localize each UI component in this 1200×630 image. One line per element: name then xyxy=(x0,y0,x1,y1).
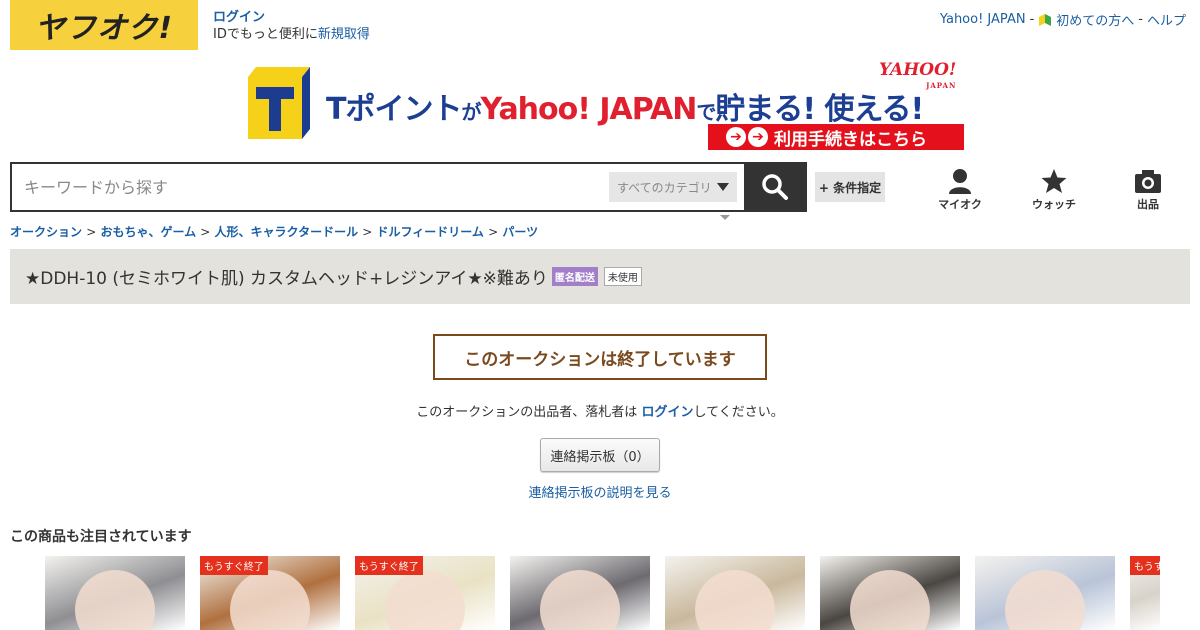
login-box: ログイン IDでもっと便利に新規取得 xyxy=(213,9,370,43)
star-icon xyxy=(1041,169,1067,193)
category-select-label: すべてのカテゴリ xyxy=(617,180,712,195)
register-link[interactable]: 新規取得 xyxy=(318,27,370,42)
sell-nav[interactable]: 出品 xyxy=(1118,168,1178,212)
item-title: ★DDH-10 (セミホワイト肌) カスタムヘッド+レジンアイ★※難あり xyxy=(25,269,548,289)
ending-soon-badge: もうすぐ終了 xyxy=(200,556,268,575)
doll-image xyxy=(230,570,310,630)
ending-soon-badge: もうすぐ終了 xyxy=(355,556,423,575)
watch-nav[interactable]: ウォッチ xyxy=(1024,168,1084,212)
auction-ended-notice: このオークションは終了しています xyxy=(433,334,767,380)
ending-soon-badge: もうすぐ終了 xyxy=(1130,556,1160,575)
search-button[interactable] xyxy=(744,164,805,210)
separator: - xyxy=(1029,12,1035,27)
recommend-item-thumbnail[interactable] xyxy=(45,556,185,630)
board-help-link[interactable]: 連絡掲示板の説明を見る xyxy=(528,486,671,501)
beginners-link[interactable]: 初めての方へ xyxy=(1056,10,1134,29)
banner-headline: TポイントがYahoo! JAPANで貯まる! 使える! xyxy=(326,92,924,127)
search-icon xyxy=(761,174,788,200)
login-prompt-link[interactable]: ログイン xyxy=(641,405,693,420)
breadcrumb-separator: > xyxy=(86,225,97,239)
procedure-button[interactable]: ➔ ➔ 利用手続きはこちら xyxy=(708,124,964,150)
procedure-label: 利用手続きはこちら xyxy=(774,129,927,150)
unused-condition-badge: 未使用 xyxy=(603,267,642,286)
login-link[interactable]: ログイン xyxy=(213,9,370,26)
separator: - xyxy=(1138,12,1143,27)
camera-icon xyxy=(1135,170,1161,193)
yahoo-japan-link[interactable]: Yahoo! JAPAN xyxy=(940,12,1026,27)
arrow-right-icon: ➔ xyxy=(726,127,746,147)
breadcrumb-separator: > xyxy=(488,225,499,239)
doll-image xyxy=(695,570,775,630)
arrow-right-icon: ➔ xyxy=(748,127,768,147)
tpoint-logo-icon xyxy=(248,67,310,139)
breadcrumb-item[interactable]: おもちゃ、ゲーム xyxy=(100,225,196,239)
yahuoku-logo[interactable]: ヤフオク! xyxy=(10,0,198,50)
sell-label: 出品 xyxy=(1137,198,1159,211)
login-sub-text: IDでもっと便利に xyxy=(213,27,318,42)
myauction-nav[interactable]: マイオク xyxy=(930,168,990,212)
breadcrumb-item[interactable]: オークション xyxy=(10,225,82,239)
recommend-item-thumbnail[interactable] xyxy=(510,556,650,630)
anonymous-shipping-badge: 匿名配送 xyxy=(551,267,598,286)
conditions-button[interactable]: + 条件指定 xyxy=(815,172,885,202)
myauction-label: マイオク xyxy=(938,198,982,211)
breadcrumb-separator: > xyxy=(200,225,211,239)
doll-image xyxy=(850,570,930,630)
recommend-item-thumbnail[interactable] xyxy=(665,556,805,630)
breadcrumb-item[interactable]: ドルフィードリーム xyxy=(377,225,484,239)
recommend-item-thumbnail[interactable]: もうすぐ終了 xyxy=(355,556,495,630)
recommend-item-thumbnail[interactable]: もうすぐ終了 xyxy=(1130,556,1160,630)
recommend-item-thumbnail[interactable] xyxy=(820,556,960,630)
search-bar: すべてのカテゴリ xyxy=(10,162,807,212)
doll-image xyxy=(540,570,620,630)
top-links: Yahoo! JAPAN - 初めての方へ - ヘルプ xyxy=(940,10,1186,29)
board-help: 連絡掲示板の説明を見る xyxy=(0,482,1200,501)
doll-image xyxy=(75,570,155,630)
breadcrumb-item[interactable]: 人形、キャラクタードール xyxy=(215,225,359,239)
recommend-title: この商品も注目されています xyxy=(10,529,192,545)
breadcrumb: オークション > おもちゃ、ゲーム > 人形、キャラクタードール > ドルフィー… xyxy=(10,223,538,240)
yahoo-japan-logo: YAHOO! JAPAN xyxy=(879,60,957,91)
history-toggle-icon[interactable] xyxy=(720,215,730,220)
user-icon xyxy=(949,169,971,194)
dropdown-arrow-icon xyxy=(717,183,729,191)
breadcrumb-separator: > xyxy=(362,225,373,239)
logo-text: ヤフオク! xyxy=(34,11,174,46)
category-select[interactable]: すべてのカテゴリ xyxy=(609,172,737,202)
doll-image xyxy=(385,570,465,630)
doll-image xyxy=(1005,570,1085,630)
login-prompt: このオークションの出品者、落札者は ログインしてください。 xyxy=(416,405,784,420)
recommend-item-thumbnail[interactable] xyxy=(975,556,1115,630)
recommend-item-thumbnail[interactable]: もうすぐ終了 xyxy=(200,556,340,630)
beginner-mark-icon xyxy=(1039,13,1052,26)
message-board-button[interactable]: 連絡掲示板（0） xyxy=(540,438,660,472)
breadcrumb-item[interactable]: パーツ xyxy=(502,225,538,239)
help-link[interactable]: ヘルプ xyxy=(1147,10,1186,29)
tpoint-banner[interactable]: TポイントがYahoo! JAPANで貯まる! 使える! YAHOO! JAPAN… xyxy=(244,60,964,152)
item-title-bar: ★DDH-10 (セミホワイト肌) カスタムヘッド+レジンアイ★※難あり 匿名配… xyxy=(10,249,1190,304)
watch-label: ウォッチ xyxy=(1032,198,1076,211)
